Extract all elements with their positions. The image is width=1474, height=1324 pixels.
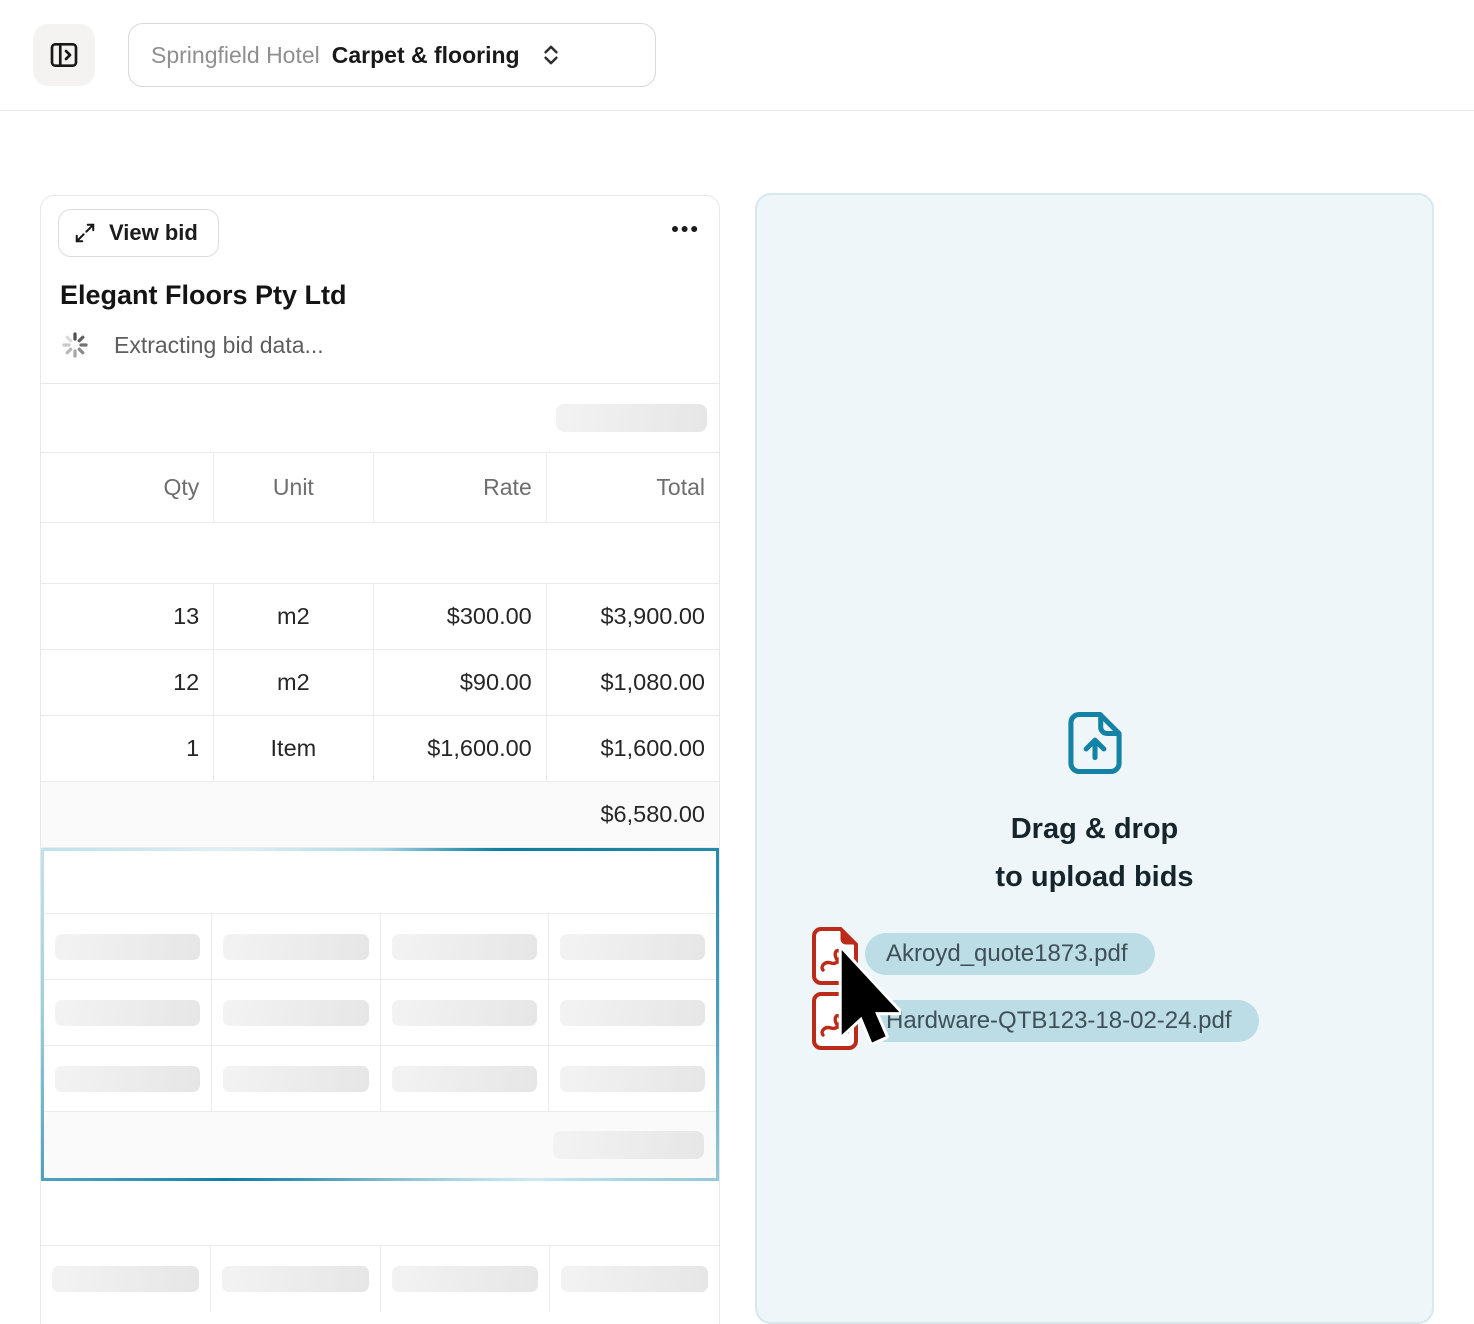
empty-table-row bbox=[44, 851, 716, 914]
column-header-rate: Rate bbox=[373, 453, 546, 522]
cursor-arrow-icon bbox=[837, 947, 901, 1049]
skeleton-pill bbox=[556, 404, 707, 432]
skeleton-pill bbox=[560, 934, 705, 960]
cell-qty: 12 bbox=[41, 650, 213, 715]
project-package-selector[interactable]: Springfield Hotel Carpet & flooring bbox=[128, 23, 656, 87]
project-name: Springfield Hotel bbox=[151, 42, 320, 69]
extraction-status-text: Extracting bid data... bbox=[114, 332, 324, 359]
file-name: Akroyd_quote1873.pdf bbox=[886, 940, 1128, 968]
cell-unit: m2 bbox=[213, 650, 372, 715]
panel-expand-icon bbox=[48, 39, 80, 71]
uploaded-file-chip[interactable]: Hardware-QTB123-18-02-24.pdf bbox=[865, 1000, 1259, 1042]
column-header-qty: Qty bbox=[41, 453, 213, 522]
cell-rate: $1,600.00 bbox=[373, 716, 546, 781]
cell-rate: $90.00 bbox=[373, 650, 546, 715]
skeleton-pill bbox=[561, 1266, 708, 1292]
card-menu-button[interactable] bbox=[667, 209, 703, 249]
sidebar-toggle-button[interactable] bbox=[33, 24, 95, 86]
table-row: 13 m2 $300.00 $3,900.00 bbox=[41, 584, 719, 650]
uploaded-file-chip[interactable]: Akroyd_quote1873.pdf bbox=[865, 933, 1155, 975]
skeleton-table-row bbox=[44, 1046, 716, 1112]
skeleton-pill bbox=[392, 1000, 537, 1026]
skeleton-pill bbox=[55, 1066, 200, 1092]
extracting-section bbox=[41, 848, 719, 1181]
vendor-name: Elegant Floors Pty Ltd bbox=[60, 280, 703, 311]
skeleton-pill bbox=[55, 934, 200, 960]
bid-card-header: View bid Elegant Floors Pty Ltd bbox=[41, 196, 719, 384]
cell-total: $1,080.00 bbox=[546, 650, 719, 715]
skeleton-table-row bbox=[44, 980, 716, 1046]
app-window: Springfield Hotel Carpet & flooring bbox=[0, 0, 1474, 1324]
cell-qty: 13 bbox=[41, 584, 213, 649]
table-row: 12 m2 $90.00 $1,080.00 bbox=[41, 650, 719, 716]
skeleton-pill bbox=[560, 1000, 705, 1026]
column-header-total: Total bbox=[546, 453, 719, 522]
file-name: Hardware-QTB123-18-02-24.pdf bbox=[886, 1007, 1232, 1035]
view-bid-label: View bid bbox=[109, 220, 198, 246]
cell-total: $3,900.00 bbox=[546, 584, 719, 649]
dropzone-title-line1: Drag & drop bbox=[1011, 805, 1179, 853]
cell-unit: m2 bbox=[213, 584, 372, 649]
skeleton-pill bbox=[55, 1000, 200, 1026]
skeleton-pill bbox=[560, 1066, 705, 1092]
spinner-icon bbox=[60, 330, 90, 360]
table-row: 1 Item $1,600.00 $1,600.00 bbox=[41, 716, 719, 782]
cell-unit: Item bbox=[213, 716, 372, 781]
cell-rate: $300.00 bbox=[373, 584, 546, 649]
empty-table-row bbox=[41, 1181, 719, 1246]
skeleton-pill bbox=[553, 1131, 704, 1159]
skeleton-pill bbox=[392, 934, 537, 960]
skeleton-pill bbox=[52, 1266, 199, 1292]
view-bid-button[interactable]: View bid bbox=[58, 209, 219, 257]
expand-icon bbox=[74, 222, 96, 244]
skeleton-table-row bbox=[41, 1246, 719, 1312]
dropzone-title-line2: to upload bids bbox=[995, 853, 1193, 901]
empty-table-row bbox=[41, 523, 719, 584]
cell-total: $1,600.00 bbox=[546, 716, 719, 781]
file-upload-icon bbox=[1057, 705, 1133, 781]
topbar: Springfield Hotel Carpet & flooring bbox=[0, 0, 1474, 111]
skeleton-pill bbox=[223, 934, 368, 960]
table-header-row: Qty Unit Rate Total bbox=[41, 453, 719, 523]
skeleton-pill bbox=[223, 1000, 368, 1026]
loading-row bbox=[41, 384, 719, 453]
chevron-up-down-icon bbox=[538, 42, 564, 68]
subtotal-row: $6,580.00 bbox=[41, 782, 719, 848]
bid-panel: View bid Elegant Floors Pty Ltd bbox=[40, 195, 720, 1324]
package-name: Carpet & flooring bbox=[332, 42, 520, 69]
dropzone-prompt: Drag & drop to upload bids bbox=[757, 705, 1432, 901]
skeleton-pill bbox=[223, 1066, 368, 1092]
skeleton-table-row bbox=[44, 914, 716, 980]
ellipsis-icon bbox=[671, 225, 699, 233]
skeleton-pill bbox=[392, 1066, 537, 1092]
skeleton-subtotal-row bbox=[44, 1112, 716, 1178]
extraction-status: Extracting bid data... bbox=[60, 330, 703, 360]
skeleton-pill bbox=[222, 1266, 369, 1292]
skeleton-pill bbox=[392, 1266, 539, 1292]
subtotal-value: $6,580.00 bbox=[600, 801, 705, 828]
column-header-unit: Unit bbox=[213, 453, 372, 522]
cell-qty: 1 bbox=[41, 716, 213, 781]
upload-dropzone[interactable]: Drag & drop to upload bids Akroyd_quote1… bbox=[755, 193, 1434, 1324]
